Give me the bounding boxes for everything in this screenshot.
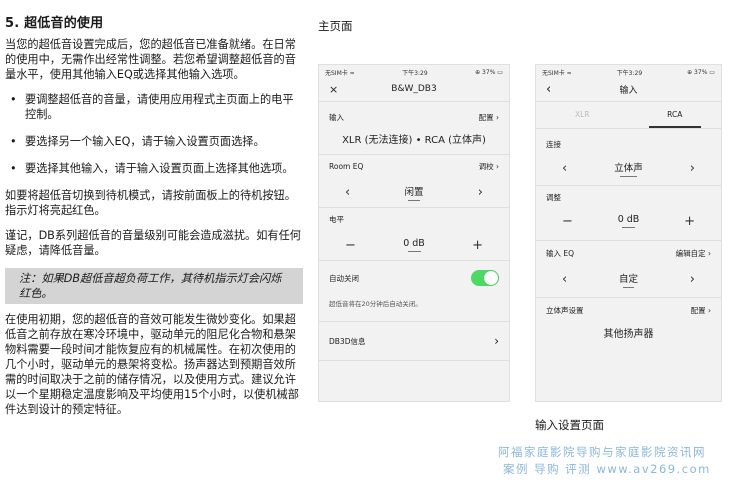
toggle-knob — [484, 271, 498, 285]
connection-stepper[interactable]: ‹ 立体声 › — [536, 155, 721, 181]
chevron-right-icon[interactable]: › — [690, 161, 695, 176]
volume-warning-paragraph: 谨记，DB系列超低音的音量级别可能会造成滋扰。如有任何疑虑，请降低音量。 — [5, 229, 301, 257]
adjust-value: 0 dB — [618, 214, 639, 228]
status-bar: 无SIM卡 ≈ 下午3:29 ⊕ 37% ▭ — [536, 65, 721, 77]
device-info-label: DB3D信息 — [329, 336, 366, 346]
bullet-mark: • — [10, 135, 17, 148]
connection-label: 连接 — [546, 139, 561, 149]
adjust-stepper[interactable]: − 0 dB + — [536, 208, 721, 234]
plus-icon[interactable]: + — [684, 214, 695, 229]
minus-icon[interactable]: − — [562, 214, 573, 229]
configure-link[interactable]: 配置 › — [479, 112, 499, 123]
watermark-line-2: 案例 导购 评测 www.av269.com — [503, 462, 711, 476]
device-title: B&W_DB3 — [391, 84, 437, 94]
input-eq-value: 自定 — [619, 271, 638, 288]
watermark-line-1: 阿福家庭影院导购与家庭影院资讯网 — [498, 445, 706, 459]
auto-off-label: 自动关闭 — [329, 273, 359, 283]
roomeq-label: Room EQ — [329, 161, 364, 171]
chevron-right-icon[interactable]: › — [478, 185, 483, 200]
input-label: 输入 — [329, 112, 344, 122]
status-bar: 无SIM卡 ≈ 下午3:29 ⊕ 37% ▭ — [319, 65, 509, 77]
bullet-mark: • — [10, 93, 17, 106]
bullet-mark: • — [10, 162, 17, 175]
auto-off-description: 超低音将在20分钟后自动关闭。 — [329, 300, 422, 308]
tab-xlr[interactable]: XLR — [536, 102, 629, 128]
auto-off-row: 自动关闭 — [319, 261, 509, 295]
roomeq-stepper[interactable]: ‹ 闲置 › — [319, 177, 509, 207]
minus-icon[interactable]: − — [345, 238, 356, 253]
tab-rca[interactable]: RCA — [629, 102, 722, 128]
nav-bar: × B&W_DB3 — [319, 77, 509, 102]
stereo-value: 其他扬声器 — [603, 329, 654, 340]
battery-text: ⊕ 37% ▭ — [475, 68, 503, 76]
configure-link[interactable]: 配置 › — [691, 305, 711, 316]
list-item-text: 要选择另一个输入EQ，请于输入设置页面选择。 — [25, 135, 265, 148]
level-stepper[interactable]: − 0 dB + — [319, 230, 509, 260]
close-icon[interactable]: × — [329, 83, 338, 96]
input-page-caption: 输入设置页面 — [535, 418, 604, 432]
input-tabs: XLR RCA — [536, 102, 721, 129]
back-icon[interactable]: ‹ — [546, 82, 551, 97]
main-page-caption: 主页面 — [318, 19, 353, 33]
chevron-right-icon[interactable]: › — [690, 272, 695, 287]
standby-paragraph: 如要将超低音切换到待机模式，请按前面板上的待机按钮。指示灯将亮起红色。 — [5, 189, 296, 217]
plus-icon[interactable]: + — [472, 238, 483, 253]
note-box: 注：如果DB超低音超负荷工作，其待机指示灯会闪烁红色。 — [5, 268, 303, 304]
status-time: 下午3:29 — [616, 69, 643, 77]
chevron-left-icon[interactable]: ‹ — [562, 272, 567, 287]
level-row: 电平 — [319, 208, 509, 230]
section-heading: 5. 超低音的使用 — [5, 16, 104, 31]
chevron-left-icon[interactable]: ‹ — [562, 161, 567, 176]
roomeq-value: 闲置 — [404, 184, 424, 201]
list-item: • 要选择其他输入，请于输入设置页面上选择其他选项。 — [5, 161, 303, 176]
chevron-left-icon[interactable]: ‹ — [345, 185, 350, 200]
level-label: 电平 — [329, 214, 344, 224]
carrier-text: 无SIM卡 ≈ — [542, 69, 572, 77]
input-eq-row[interactable]: 输入 EQ 编辑自定 › — [536, 241, 721, 265]
list-item-text: 要选择其他输入，请于输入设置页面上选择其他选项。 — [25, 162, 294, 175]
roomeq-row[interactable]: Room EQ 调校 › — [319, 155, 509, 177]
battery-text: ⊕ 37% ▭ — [687, 68, 715, 76]
carrier-text: 无SIM卡 ≈ — [325, 69, 355, 77]
auto-off-toggle[interactable] — [471, 270, 499, 286]
device-info-row[interactable]: DB3D信息 › — [319, 322, 509, 360]
main-page-screenshot: 无SIM卡 ≈ 下午3:29 ⊕ 37% ▭ × B&W_DB3 输入 配置 ›… — [318, 64, 510, 402]
adjust-row: 调整 — [536, 186, 721, 208]
level-value: 0 dB — [403, 238, 425, 252]
nav-bar: ‹ 输入 — [536, 77, 721, 102]
input-value: XLR (无法连接) • RCA (立体声) — [342, 135, 486, 146]
bullet-list: • 要调整超低音的音量，请使用应用程式主页面上的电平控制。 • 要选择另一个输入EQ… — [5, 92, 303, 176]
stereo-label: 立体声设置 — [546, 305, 584, 315]
intro-paragraph: 当您的超低音设置完成后，您的超低音已准备就绪。在日常的使用中，无需作出经常性调整… — [5, 38, 296, 81]
input-eq-label: 输入 EQ — [546, 248, 575, 258]
adjust-label: 调整 — [546, 192, 561, 202]
break-in-paragraph: 在使用初期，您的超低音的音效可能发生微妙变化。如果超低音之前存放在寒冷环境中，驱… — [5, 313, 299, 416]
input-eq-stepper[interactable]: ‹ 自定 › — [536, 265, 721, 293]
stereo-row[interactable]: 立体声设置 配置 › — [536, 298, 721, 322]
chevron-right-icon: › — [494, 334, 499, 348]
list-item-text: 要调整超低音的音量，请使用应用程式主页面上的电平控制。 — [25, 93, 294, 121]
calibrate-link[interactable]: 调校 › — [479, 161, 499, 172]
status-time: 下午3:29 — [402, 69, 428, 77]
document-text: 5. 超低音的使用 当您的超低音设置完成后，您的超低音已准备就绪。在日常的使用中… — [5, 12, 303, 427]
input-settings-screenshot: 无SIM卡 ≈ 下午3:29 ⊕ 37% ▭ ‹ 输入 XLR RCA 连接 ‹… — [535, 64, 722, 402]
page-title: 输入 — [619, 85, 638, 96]
input-row[interactable]: 输入 配置 › — [319, 106, 509, 128]
edit-custom-link[interactable]: 编辑自定 › — [676, 248, 711, 259]
connection-value: 立体声 — [614, 160, 643, 177]
list-item: • 要调整超低音的音量，请使用应用程式主页面上的电平控制。 — [5, 92, 303, 122]
connection-row: 连接 — [536, 133, 721, 155]
list-item: • 要选择另一个输入EQ，请于输入设置页面选择。 — [5, 134, 303, 149]
